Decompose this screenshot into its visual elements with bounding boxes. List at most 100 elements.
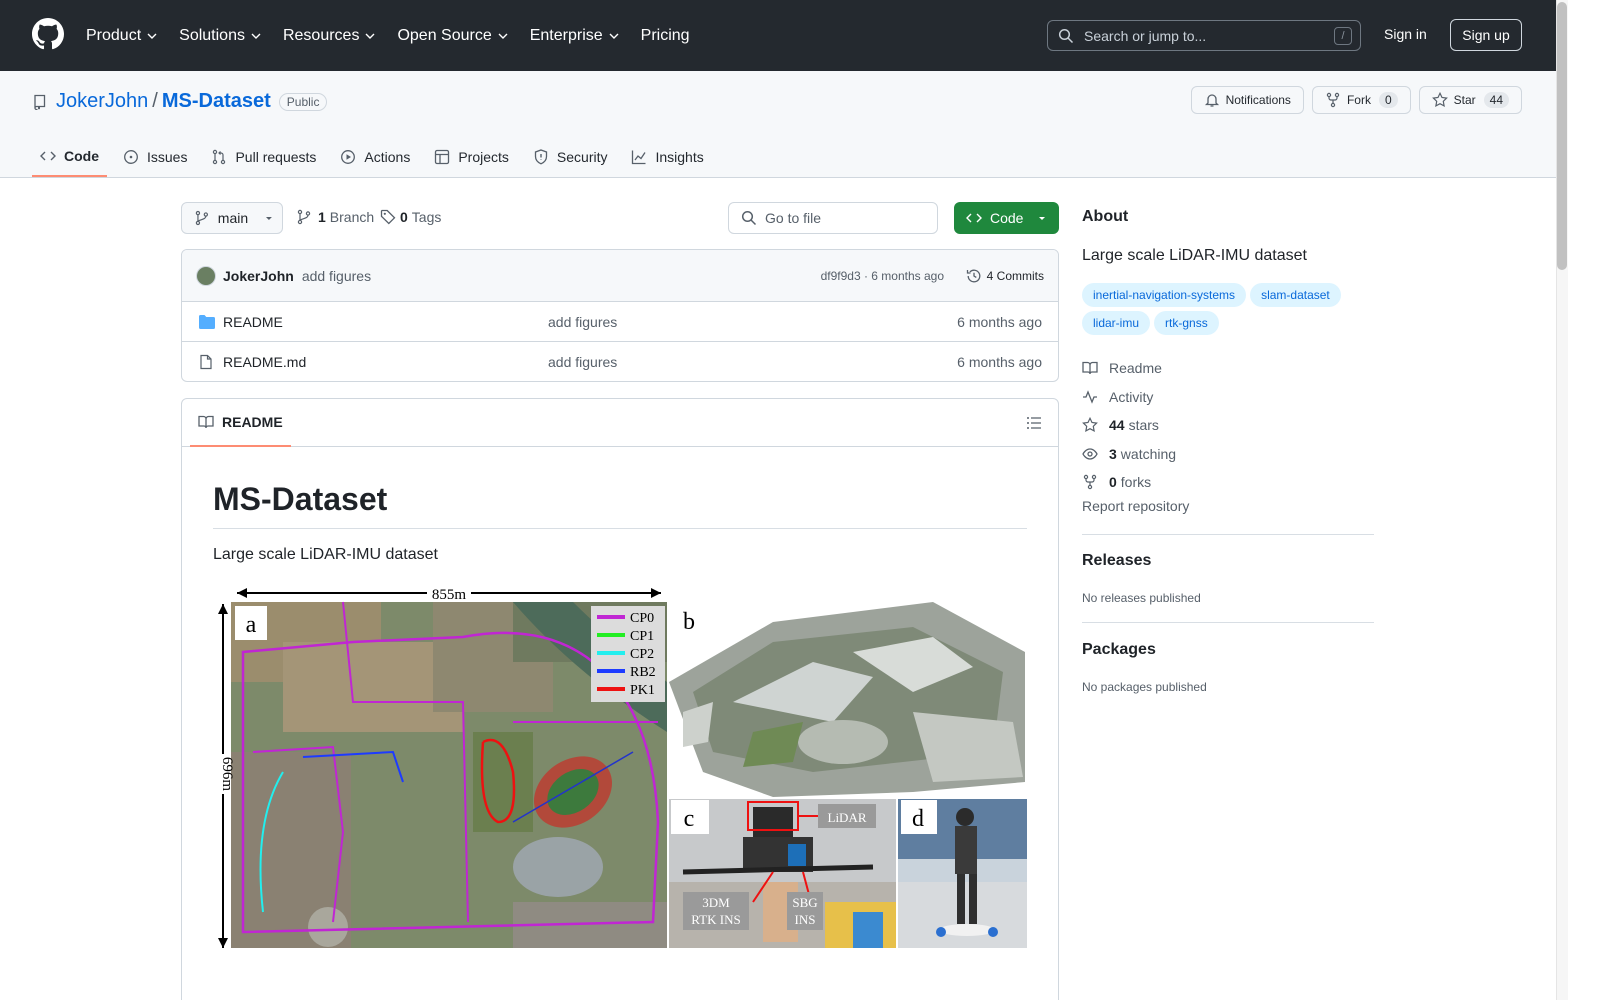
file-row[interactable]: README.md add figures 6 months ago	[182, 342, 1058, 381]
dataset-figure-image: 855m 696m a CP0 CP1 CP2 RB2 PK1 b c LiDA…	[213, 582, 1027, 952]
fork-button[interactable]: Fork 0	[1311, 86, 1411, 114]
rtk-label-line2: RTK INS	[691, 912, 740, 927]
watching-count: 3	[1109, 445, 1117, 462]
readme-link-label: Readme	[1109, 360, 1162, 377]
tab-issues[interactable]: Issues	[115, 137, 195, 177]
graph-icon	[632, 150, 647, 165]
report-repository-link[interactable]: Report repository	[1082, 498, 1189, 514]
topic-tag[interactable]: slam-dataset	[1250, 283, 1341, 307]
git-branch-icon	[297, 209, 311, 225]
latest-commit-bar: JokerJohn add figures df9f9d3 · 6 months…	[182, 250, 1058, 302]
sidebar-divider	[1082, 534, 1374, 535]
eye-icon	[1082, 448, 1098, 460]
tab-security[interactable]: Security	[525, 137, 616, 177]
file-icon	[200, 354, 212, 370]
file-row[interactable]: README add figures 6 months ago	[182, 302, 1058, 342]
file-commit-message[interactable]: add figures	[548, 354, 617, 370]
star-icon	[1431, 92, 1448, 108]
book-icon	[1082, 362, 1098, 375]
scrollbar-thumb[interactable]	[1557, 2, 1567, 270]
repo-icon	[34, 94, 46, 110]
readme-tab[interactable]: README	[190, 399, 291, 447]
nav-solutions[interactable]: Solutions	[179, 27, 261, 45]
nav-resources[interactable]: Resources	[283, 27, 375, 45]
code-dropdown-button[interactable]: Code	[954, 202, 1059, 234]
file-name-link[interactable]: README.md	[223, 354, 306, 370]
sign-up-button[interactable]: Sign up	[1450, 19, 1522, 51]
topic-tag[interactable]: lidar-imu	[1082, 311, 1151, 335]
activity-link-label: Activity	[1109, 388, 1154, 405]
topic-list: inertial-navigation-systems slam-dataset…	[1082, 283, 1374, 339]
bell-icon	[1204, 94, 1219, 107]
code-icon	[966, 213, 982, 223]
fork-icon	[1083, 475, 1097, 490]
tab-actions-label: Actions	[364, 149, 411, 165]
tab-pull-requests[interactable]: Pull requests	[203, 137, 324, 177]
top-nav: Product Solutions Resources Open Source …	[86, 0, 712, 71]
stars-link[interactable]: 44 stars	[1082, 411, 1176, 440]
branches-link[interactable]: 1 Branch	[296, 209, 374, 225]
nav-enterprise-label: Enterprise	[529, 26, 603, 44]
branch-select-button[interactable]: main	[181, 202, 283, 234]
issue-opened-icon	[124, 150, 138, 164]
github-logo-icon[interactable]	[32, 18, 64, 50]
shield-icon	[534, 149, 548, 165]
legend-swatch-cp2	[597, 651, 625, 655]
nav-open-source-label: Open Source	[397, 26, 492, 44]
nav-resources-label: Resources	[282, 26, 360, 44]
star-label: Star	[1453, 93, 1476, 107]
panel-a-label: a	[246, 612, 257, 638]
panel-b-point-cloud	[669, 602, 1025, 797]
list-unordered-icon[interactable]	[1026, 415, 1042, 431]
repo-owner-link[interactable]: JokerJohn	[56, 90, 148, 113]
watching-label: watching	[1120, 445, 1177, 462]
nav-open-source[interactable]: Open Source	[397, 26, 508, 45]
tag-count-label: Tags	[411, 209, 442, 225]
star-button[interactable]: Star 44	[1418, 86, 1522, 114]
sidebar-divider	[1082, 622, 1374, 623]
tab-insights[interactable]: Insights	[623, 137, 711, 177]
stars-count: 44	[1109, 417, 1125, 434]
search-placeholder: Search or jump to...	[1084, 27, 1207, 44]
chevron-down-icon	[365, 33, 375, 39]
commits-history-link[interactable]: 4 Commits	[966, 268, 1044, 284]
sign-in-link[interactable]: Sign in	[1384, 26, 1427, 42]
map-width-label: 855m	[432, 587, 467, 603]
global-header: Product Solutions Resources Open Source …	[0, 0, 1568, 71]
commit-meta[interactable]: df9f9d3 · 6 months ago	[821, 269, 944, 283]
repo-header: JokerJohn / MS-Dataset Public Notificati…	[0, 71, 1568, 178]
notifications-button[interactable]: Notifications	[1190, 86, 1304, 114]
avatar[interactable]	[196, 265, 216, 286]
file-commit-message[interactable]: add figures	[548, 314, 617, 330]
panel-c-label: c	[684, 806, 695, 832]
nav-product[interactable]: Product	[86, 27, 157, 45]
watching-link[interactable]: 3 watching	[1082, 440, 1176, 469]
topic-tag[interactable]: inertial-navigation-systems	[1082, 283, 1247, 307]
nav-pricing[interactable]: Pricing	[641, 27, 690, 45]
tab-actions[interactable]: Actions	[332, 137, 418, 177]
repo-name-link[interactable]: MS-Dataset	[162, 90, 271, 113]
nav-enterprise[interactable]: Enterprise	[530, 27, 619, 45]
readme-link[interactable]: Readme	[1082, 354, 1176, 383]
commit-author-link[interactable]: JokerJohn	[223, 268, 294, 284]
lidar-label: LiDAR	[828, 810, 867, 825]
folder-icon	[199, 315, 215, 329]
commit-message-link[interactable]: add figures	[302, 268, 371, 284]
tab-code[interactable]: Code	[32, 137, 107, 177]
notifications-label: Notifications	[1225, 93, 1291, 107]
releases-heading[interactable]: Releases	[1082, 552, 1151, 570]
topic-tag[interactable]: rtk-gnss	[1154, 311, 1219, 335]
file-name-link[interactable]: README	[223, 314, 283, 330]
tags-link[interactable]: 0 Tags	[380, 209, 441, 225]
readme-panel: README MS-Dataset Large scale LiDAR-IMU …	[181, 398, 1059, 1000]
fork-icon	[1326, 92, 1340, 108]
tab-projects[interactable]: Projects	[426, 137, 517, 177]
rtk-label-line1: 3DM	[702, 895, 730, 910]
go-to-file-input[interactable]: Go to file	[728, 202, 938, 234]
packages-heading[interactable]: Packages	[1082, 641, 1156, 659]
activity-link[interactable]: Activity	[1082, 383, 1176, 412]
book-icon	[198, 415, 214, 429]
global-search-input[interactable]: Search or jump to... /	[1047, 20, 1361, 51]
legend-swatch-pk1	[597, 687, 625, 691]
forks-link[interactable]: 0 forks	[1082, 468, 1176, 497]
